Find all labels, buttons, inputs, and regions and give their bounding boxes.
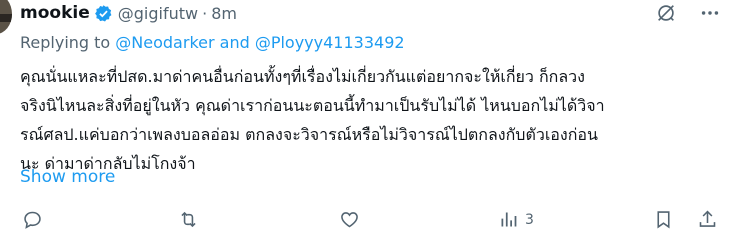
verified-badge-icon xyxy=(94,4,112,21)
reply-prefix: Replying to xyxy=(20,33,116,52)
like-button[interactable] xyxy=(339,209,360,230)
timestamp[interactable]: 8m xyxy=(211,4,237,23)
tweet-text-line: นะ ด่ามาด่ากลับไม่โกงจ้า xyxy=(20,154,196,173)
tweet-text-line: จริงนิไหนละสิ่งที่อยู่ในหัว คุณด่าเราก่อ… xyxy=(20,96,605,115)
author-name[interactable]: mookie xyxy=(20,3,90,23)
share-button[interactable] xyxy=(697,209,718,230)
views-button[interactable]: 3 xyxy=(498,209,534,230)
action-bar: 3 xyxy=(0,207,741,237)
share-icon xyxy=(699,210,716,227)
retweet-button[interactable] xyxy=(178,209,199,230)
tweet-text: คุณนั่นแหละที่ปสด.มาด่าคนอื่นก่อนทั้งๆที… xyxy=(20,62,730,178)
like-icon xyxy=(341,212,358,228)
bookmark-icon xyxy=(657,211,670,229)
hide-icon[interactable] xyxy=(655,2,677,24)
more-icon[interactable] xyxy=(699,2,721,24)
avatar[interactable] xyxy=(0,0,12,34)
views-icon xyxy=(501,212,517,227)
reply-icon xyxy=(24,211,41,229)
tweet-text-line: รณ์ศลป.แค่บอกว่าเพลงบอลอ่อม ตกลงจะวิจารณ… xyxy=(20,125,598,144)
replying-to: Replying to @Neodarker and @Ployyy411334… xyxy=(20,33,405,52)
author-handle[interactable]: @gigifutw xyxy=(118,4,198,23)
tweet-text-line: คุณนั่นแหละที่ปสด.มาด่าคนอื่นก่อนทั้งๆที… xyxy=(20,67,585,86)
views-count: 3 xyxy=(525,211,534,228)
separator-dot: · xyxy=(202,3,208,23)
retweet-icon xyxy=(181,211,196,228)
tweet-header: mookie @gigifutw · 8m xyxy=(20,0,237,26)
show-more-link[interactable]: Show more xyxy=(20,167,115,187)
bookmark-button[interactable] xyxy=(653,209,674,230)
reply-button[interactable] xyxy=(22,209,43,230)
header-actions xyxy=(633,2,721,24)
reply-targets[interactable]: @Neodarker and @Ployyy41133492 xyxy=(115,33,404,52)
